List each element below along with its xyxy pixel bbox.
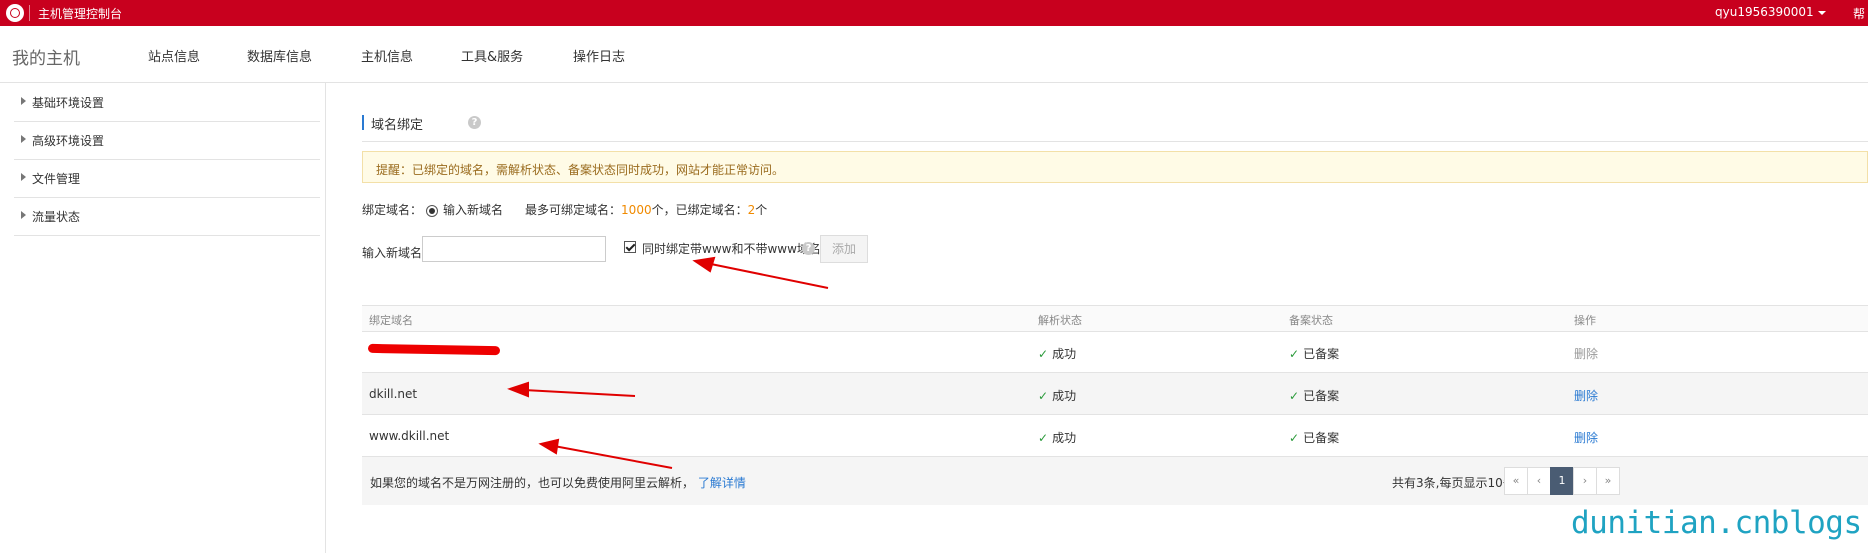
bound-domains-suffix: 个	[755, 203, 768, 217]
section-title: 域名绑定	[371, 118, 424, 133]
add-domain-button[interactable]: 添加	[820, 235, 868, 263]
section-divider	[362, 141, 1868, 142]
sidebar-item-label: 基础环境设置	[32, 96, 105, 110]
max-domains-prefix: 最多可绑定域名：	[525, 203, 622, 217]
record-summary: 共有3条,每页显示10条	[1392, 476, 1515, 490]
icp-status-text: 已备案	[1303, 347, 1340, 361]
redaction-mark	[367, 343, 501, 356]
col-icp-status: 备案状态	[1289, 314, 1333, 327]
user-name: qyu1956390001	[1715, 5, 1814, 19]
user-menu[interactable]: qyu1956390001	[1715, 5, 1826, 19]
dns-status: ✓ 成功	[1038, 429, 1076, 446]
sidebar-item-label: 高级环境设置	[32, 134, 105, 148]
dns-status-text: 成功	[1052, 347, 1077, 361]
dns-status-text: 成功	[1052, 431, 1077, 445]
icp-status: ✓ 已备案	[1289, 345, 1339, 362]
delete-button[interactable]: 删除	[1574, 429, 1598, 446]
table-row: ✓ 成功 ✓ 已备案 删除	[362, 331, 1868, 373]
delete-button: 删除	[1574, 347, 1599, 361]
caret-right-icon	[21, 211, 26, 219]
learn-more-link[interactable]: 了解详情	[698, 476, 746, 490]
nav-host-info[interactable]: 主机信息	[361, 46, 413, 65]
question-icon[interactable]: ?	[802, 242, 815, 255]
new-domain-input[interactable]	[422, 236, 606, 262]
bind-www-checkbox[interactable]	[624, 241, 636, 253]
brand-title: 我的主机	[12, 49, 80, 69]
top-bar: 主机管理控制台 qyu1956390001 帮	[0, 0, 1868, 26]
bound-domains-prefix: 个，已绑定域名：	[651, 203, 748, 217]
prev-page-button[interactable]: ‹	[1527, 467, 1551, 495]
nav-database-info[interactable]: 数据库信息	[247, 46, 312, 65]
icp-status: ✓ 已备案	[1289, 429, 1339, 446]
dns-status: ✓ 成功	[1038, 345, 1076, 362]
question-icon[interactable]: ?	[468, 116, 481, 129]
first-page-button[interactable]: «	[1504, 467, 1528, 495]
dns-status: ✓ 成功	[1038, 387, 1076, 404]
console-logo-icon[interactable]	[6, 4, 24, 22]
delete-button[interactable]: 删除	[1574, 387, 1598, 404]
last-page-button[interactable]: »	[1596, 467, 1620, 495]
footer-note: 如果您的域名不是万网注册的，也可以免费使用阿里云解析， 了解详情	[370, 474, 746, 491]
row-domain: www.dkill.net	[369, 429, 450, 443]
caret-right-icon	[21, 97, 26, 105]
caret-right-icon	[21, 135, 26, 143]
check-icon: ✓	[1038, 389, 1049, 403]
footer-text: 如果您的域名不是万网注册的，也可以免费使用阿里云解析，	[370, 476, 695, 490]
sidebar: 基础环境设置 高级环境设置 文件管理 流量状态	[0, 83, 326, 553]
main-nav: 我的主机 站点信息 数据库信息 主机信息 工具&服务 操作日志	[0, 26, 1868, 83]
table-footer: 如果您的域名不是万网注册的，也可以免费使用阿里云解析， 了解详情 共有3条,每页…	[362, 457, 1868, 505]
bind-label: 绑定域名：	[362, 203, 423, 217]
table-row: dkill.net ✓ 成功 ✓ 已备案 删除	[362, 373, 1868, 415]
chevron-down-icon	[1817, 10, 1826, 15]
icp-status-text: 已备案	[1303, 389, 1340, 403]
col-domain: 绑定域名	[369, 314, 413, 327]
check-icon: ✓	[1038, 431, 1049, 445]
sidebar-item-basic-env[interactable]: 基础环境设置	[14, 83, 320, 122]
col-dns-status: 解析状态	[1038, 314, 1082, 327]
sidebar-item-label: 文件管理	[32, 172, 81, 186]
page-1-button[interactable]: 1	[1550, 467, 1574, 495]
bind-summary-row: 绑定域名： 输入新域名 最多可绑定域名：1000个，已绑定域名：2个	[362, 201, 767, 218]
console-title: 主机管理控制台	[38, 7, 123, 21]
col-action: 操作	[1574, 314, 1596, 327]
divider	[29, 5, 30, 21]
check-icon: ✓	[1289, 389, 1300, 403]
bind-www-label: 同时绑定带www和不带www域名	[642, 242, 821, 256]
sidebar-item-traffic[interactable]: 流量状态	[14, 197, 320, 236]
section-accent-bar	[362, 115, 364, 130]
check-icon: ✓	[1289, 347, 1300, 361]
icp-status-text: 已备案	[1303, 431, 1340, 445]
caret-right-icon	[21, 173, 26, 181]
nav-site-info[interactable]: 站点信息	[148, 46, 200, 65]
main-content: 域名绑定 ? 提醒：已绑定的域名，需解析状态、备案状态同时成功，网站才能正常访问…	[326, 83, 1868, 553]
table-row: www.dkill.net ✓ 成功 ✓ 已备案 删除	[362, 415, 1868, 457]
icp-status: ✓ 已备案	[1289, 387, 1339, 404]
new-domain-radio[interactable]	[426, 204, 439, 217]
nav-tools-services[interactable]: 工具&服务	[461, 46, 523, 65]
check-icon: ✓	[1289, 431, 1300, 445]
sidebar-item-advanced-env[interactable]: 高级环境设置	[14, 121, 320, 160]
radio-label: 输入新域名	[443, 203, 504, 217]
help-link[interactable]: 帮	[1853, 5, 1865, 22]
next-page-button[interactable]: ›	[1573, 467, 1597, 495]
sidebar-item-file-manager[interactable]: 文件管理	[14, 159, 320, 198]
dns-status-text: 成功	[1052, 389, 1077, 403]
sidebar-item-label: 流量状态	[32, 210, 81, 224]
nav-operation-log[interactable]: 操作日志	[573, 46, 625, 65]
watermark-text: dunitian.cnblogs.com	[1571, 505, 1868, 541]
check-icon: ✓	[1038, 347, 1049, 361]
notice-banner: 提醒：已绑定的域名，需解析状态、备案状态同时成功，网站才能正常访问。	[362, 151, 1868, 183]
table-header: 绑定域名 解析状态 备案状态 操作	[362, 305, 1868, 332]
row-domain: dkill.net	[369, 387, 418, 401]
notice-text: 提醒：已绑定的域名，需解析状态、备案状态同时成功，网站才能正常访问。	[376, 163, 785, 177]
max-domains-value: 1000	[621, 203, 652, 217]
